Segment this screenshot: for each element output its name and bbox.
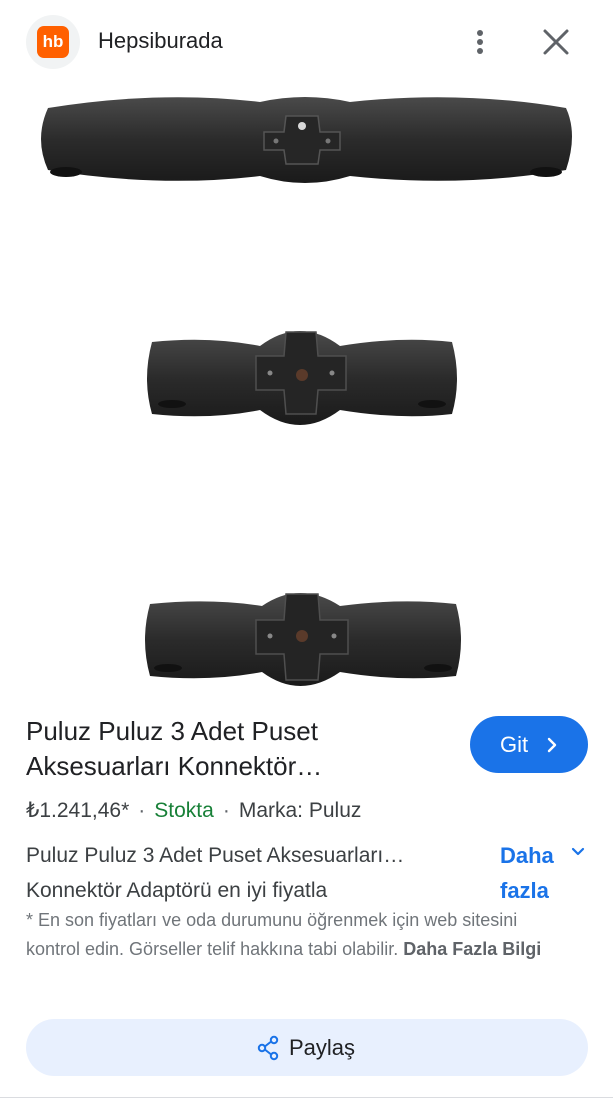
connector-1 bbox=[41, 97, 572, 183]
product-description: Puluz Puluz 3 Adet Puset Aksesuarları… K… bbox=[26, 844, 405, 902]
more-vert-dot bbox=[477, 48, 483, 54]
site-logo-container: hb bbox=[26, 15, 80, 69]
connector-photo bbox=[41, 97, 572, 686]
more-button[interactable]: Daha fazla bbox=[500, 838, 570, 908]
chevron-right-icon bbox=[547, 737, 557, 753]
share-label: Paylaş bbox=[289, 1035, 356, 1060]
separator-dot: · bbox=[138, 799, 146, 822]
product-image[interactable] bbox=[0, 84, 613, 698]
connector-3 bbox=[145, 593, 461, 686]
go-button-label: Git bbox=[500, 732, 529, 757]
share-icon bbox=[257, 1035, 279, 1061]
stock-status: Stokta bbox=[154, 799, 214, 822]
brand: Marka: Puluz bbox=[238, 799, 362, 822]
separator-dot: · bbox=[222, 799, 230, 822]
divider bbox=[0, 1097, 613, 1098]
hepsiburada-logo: hb bbox=[37, 26, 69, 58]
chevron-down-icon[interactable] bbox=[570, 846, 586, 858]
share-button[interactable]: Paylaş bbox=[26, 1019, 588, 1076]
more-info-link[interactable]: Daha Fazla Bilgi bbox=[403, 939, 541, 959]
more-options-button[interactable] bbox=[464, 24, 496, 60]
more-vert-icon bbox=[477, 30, 483, 36]
more-vert-dot bbox=[477, 39, 483, 45]
header-bar: hb Hepsiburada bbox=[0, 0, 613, 84]
close-icon bbox=[543, 29, 569, 55]
close-button[interactable] bbox=[538, 24, 574, 60]
product-title[interactable]: Puluz Puluz 3 Adet Puset Aksesuarları Ko… bbox=[26, 714, 446, 784]
disclaimer: * En son fiyatları ve oda durumunu öğren… bbox=[26, 906, 546, 964]
price: ₺1.241,46* bbox=[26, 799, 130, 822]
connector-2 bbox=[147, 331, 457, 425]
site-name: Hepsiburada bbox=[98, 28, 223, 53]
go-button[interactable]: Git bbox=[470, 716, 588, 773]
product-meta: ₺1.241,46* · Stokta · Marka: Puluz bbox=[26, 798, 361, 823]
